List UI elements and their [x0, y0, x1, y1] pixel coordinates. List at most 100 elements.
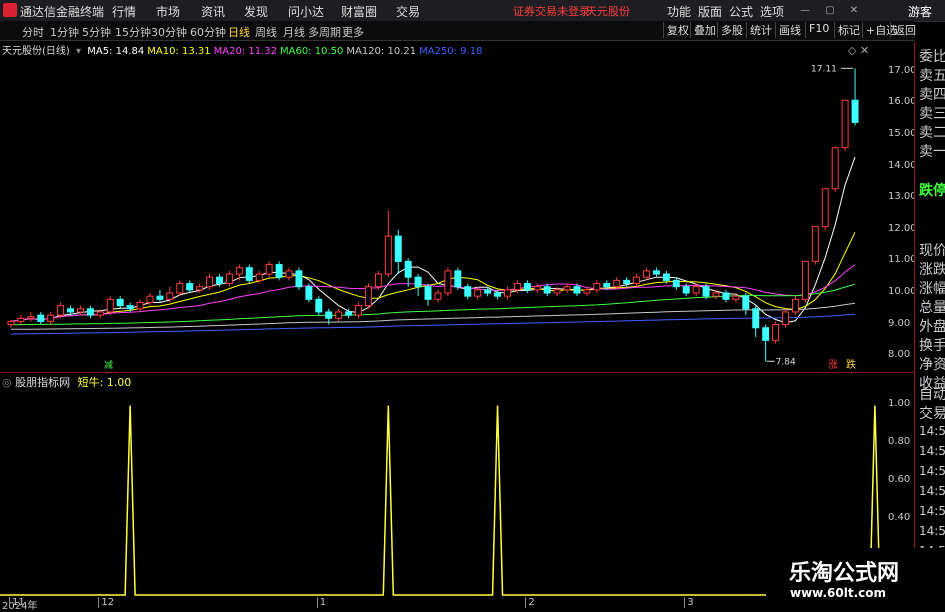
tool-4[interactable]: 画线: [775, 22, 804, 38]
candle-body[interactable]: [235, 267, 243, 275]
menu-trade[interactable]: 交易: [396, 3, 420, 20]
candle-body[interactable]: [464, 286, 472, 297]
candle-body[interactable]: [384, 235, 392, 275]
menu-guest[interactable]: 游客: [908, 3, 932, 20]
tool-6[interactable]: 标记: [834, 22, 863, 38]
candle-body[interactable]: [811, 226, 819, 262]
candle-body[interactable]: [37, 314, 45, 322]
candle-body[interactable]: [752, 308, 760, 329]
candle-body[interactable]: [206, 276, 214, 288]
candle-body[interactable]: [484, 289, 492, 294]
menu-options[interactable]: 选项: [760, 3, 784, 20]
period-2[interactable]: 5分钟: [82, 24, 111, 40]
candle-body[interactable]: [623, 279, 631, 285]
candle-body[interactable]: [831, 147, 839, 190]
candle-body[interactable]: [662, 273, 670, 281]
candle-body[interactable]: [672, 279, 680, 288]
candle-body[interactable]: [86, 308, 94, 316]
menu-function[interactable]: 功能: [667, 3, 691, 20]
tool-0[interactable]: 复权: [663, 22, 692, 38]
candle-body[interactable]: [702, 286, 710, 297]
candle-body[interactable]: [245, 267, 253, 281]
menu-news[interactable]: 资讯: [201, 3, 225, 20]
menu-ask[interactable]: 问小达: [288, 3, 324, 20]
candle-body[interactable]: [424, 286, 432, 300]
candle-body[interactable]: [692, 286, 700, 294]
candle-body[interactable]: [643, 270, 650, 278]
candle-body[interactable]: [96, 311, 104, 316]
candle-body[interactable]: [652, 270, 660, 275]
candle-body[interactable]: [821, 188, 829, 228]
candle-body[interactable]: [633, 276, 641, 285]
candle-body[interactable]: [106, 298, 114, 313]
menu-formula[interactable]: 公式: [729, 3, 753, 20]
candle-body[interactable]: [146, 295, 154, 303]
menu-wealth[interactable]: 财富圈: [341, 3, 377, 20]
sidebar-trade-label[interactable]: 自动: [919, 384, 945, 404]
candle-body[interactable]: [76, 308, 84, 313]
tool-1[interactable]: 叠加: [690, 22, 719, 38]
sidebar-trade-label[interactable]: 交易: [919, 403, 945, 423]
candle-body[interactable]: [782, 311, 790, 326]
period-4[interactable]: 30分钟: [151, 24, 187, 40]
tool-5[interactable]: F10: [805, 22, 832, 38]
candle-body[interactable]: [196, 286, 204, 291]
period-7[interactable]: 周线: [255, 24, 277, 40]
candle-body[interactable]: [166, 292, 174, 300]
candle-body[interactable]: [156, 295, 164, 300]
candle-body[interactable]: [136, 301, 144, 310]
menu-discover[interactable]: 发现: [244, 3, 268, 20]
candle-body[interactable]: [801, 260, 809, 300]
candle-body[interactable]: [791, 298, 799, 313]
tool-2[interactable]: 多股: [717, 22, 746, 38]
candle-body[interactable]: [394, 235, 402, 262]
candle-body[interactable]: [553, 289, 561, 294]
candlestick-chart[interactable]: 17.11 7.84 减 涨跌: [0, 56, 914, 372]
candle-body[interactable]: [563, 286, 571, 291]
candle-body[interactable]: [7, 320, 15, 326]
candle-body[interactable]: [762, 327, 770, 341]
candle-body[interactable]: [67, 308, 75, 313]
candle-body[interactable]: [474, 289, 482, 297]
candle-body[interactable]: [305, 286, 313, 300]
candle-body[interactable]: [533, 286, 541, 291]
candle-body[interactable]: [17, 317, 25, 322]
candle-body[interactable]: [345, 311, 353, 316]
tool-8[interactable]: 返回: [890, 22, 919, 38]
menu-market[interactable]: 市场: [156, 3, 180, 20]
candle-body[interactable]: [355, 305, 363, 316]
period-6[interactable]: 日线: [228, 24, 250, 40]
candle-body[interactable]: [523, 283, 531, 291]
window-controls[interactable]: — ▢ ✕: [800, 5, 880, 16]
menu-layout[interactable]: 版面: [698, 3, 722, 20]
candle-body[interactable]: [285, 270, 293, 278]
candle-body[interactable]: [126, 305, 134, 310]
period-1[interactable]: 1分钟: [50, 24, 79, 40]
candle-body[interactable]: [732, 295, 740, 300]
candle-body[interactable]: [543, 286, 551, 294]
menu-quotes[interactable]: 行情: [112, 3, 136, 20]
candle-body[interactable]: [335, 311, 343, 319]
candle-body[interactable]: [27, 316, 35, 319]
period-3[interactable]: 15分钟: [115, 24, 151, 40]
candle-body[interactable]: [494, 292, 502, 297]
tool-3[interactable]: 统计: [746, 22, 775, 38]
candle-body[interactable]: [583, 289, 591, 294]
candle-body[interactable]: [275, 264, 283, 278]
period-5[interactable]: 60分钟: [190, 24, 226, 40]
candle-body[interactable]: [772, 324, 780, 341]
candle-body[interactable]: [374, 273, 382, 288]
candle-body[interactable]: [225, 273, 233, 285]
candle-body[interactable]: [176, 283, 184, 294]
period-10[interactable]: 更多: [342, 24, 364, 40]
candle-body[interactable]: [265, 264, 273, 275]
candle-body[interactable]: [682, 286, 690, 294]
candle-body[interactable]: [315, 298, 323, 313]
candle-body[interactable]: [722, 292, 730, 300]
candle-body[interactable]: [503, 289, 511, 297]
candle-body[interactable]: [47, 314, 55, 322]
candle-body[interactable]: [434, 292, 442, 300]
candle-body[interactable]: [593, 283, 601, 291]
candle-body[interactable]: [513, 283, 521, 291]
candle-body[interactable]: [116, 298, 124, 307]
